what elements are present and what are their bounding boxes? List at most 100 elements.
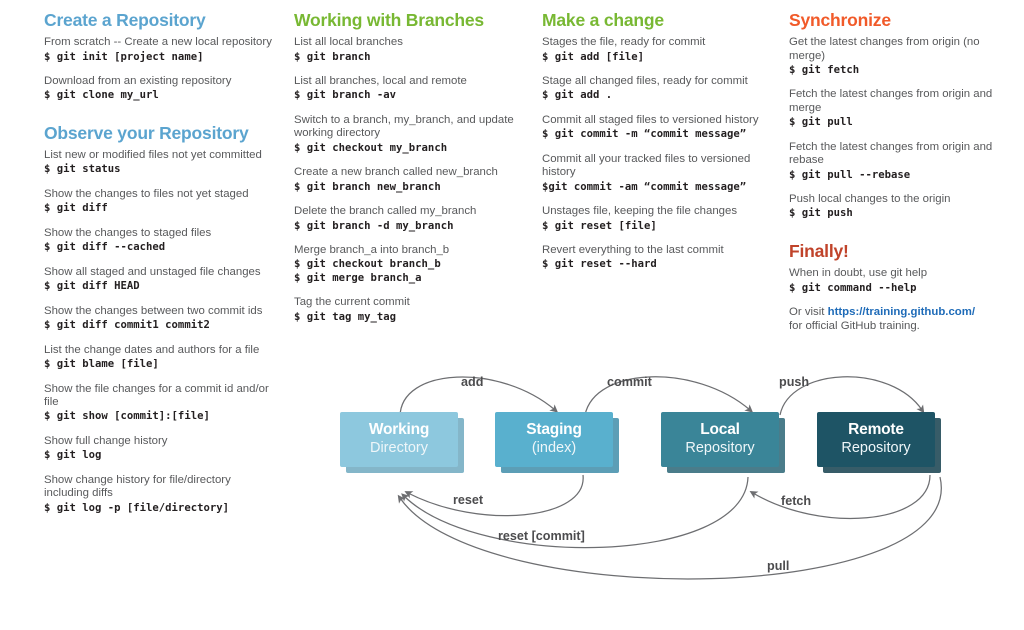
entry: When in doubt, use git help $ git comman… [789,267,1015,295]
node-subtitle: Repository [841,440,911,456]
git-workflow-diagram: Working Directory Staging (index) Local … [330,355,990,605]
entry: List all local branches $ git branch [294,36,530,64]
column-create-observe: Create a Repository From scratch -- Crea… [44,10,276,526]
entry-command: $ git pull --rebase [789,168,911,181]
node-face: Remote Repository [817,412,935,467]
entry-description: Merge branch_a into branch_b [294,244,450,257]
entry-command: $ git commit -m “commit message” [542,128,747,141]
section-title-observe-your-repository: Observe your Repository [44,122,249,143]
entry-command: $ git log -p [file/directory] [44,501,229,514]
node-subtitle: (index) [531,440,577,456]
entry-command: $ git diff --cached [44,241,166,254]
entry-description: Commit all staged files to versioned his… [542,113,759,126]
node-title: Staging [526,421,582,438]
entry-list-finally: When in doubt, use git help $ git comman… [789,267,1015,334]
entry-description: Stages the file, ready for commit [542,36,706,49]
entry-description: List the change dates and authors for a … [44,343,260,356]
entry-command: $ git branch new_branch [294,180,441,193]
entry-command: $ git add . [542,89,613,102]
edge-label-fetch: fetch [781,494,812,508]
entry-command: $ git diff commit1 commit2 [44,319,210,332]
entry: List new or modified files not yet commi… [44,149,276,177]
entry-description: Switch to a branch, my_branch, and updat… [294,113,514,140]
entry-description: Show the changes to staged files [44,226,212,239]
entry-command: $ git branch -d my_branch [294,219,454,232]
footer-line-1: Or visit https://training.github.com/ [789,306,1015,319]
entry: Download from an existing repository $ g… [44,75,276,103]
entry-command: $ git checkout branch_b [294,258,441,271]
entry-command: $ git init [project name] [44,50,204,63]
entry: Merge branch_a into branch_b $ git check… [294,244,530,285]
node-face: Local Repository [661,412,779,467]
node-subtitle: Repository [685,440,755,456]
entry-list-observe-your-repository: List new or modified files not yet commi… [44,149,276,515]
entry-description: Push local changes to the origin [789,193,951,206]
entry-command: $ git branch [294,50,371,63]
column-branches: Working with Branches List all local bra… [294,10,530,335]
entry-command: $ git blame [file] [44,358,159,370]
edge-label-reset: reset [453,493,484,507]
entry: Delete the branch called my_branch $ git… [294,205,530,233]
entry-description: List all local branches [294,36,403,49]
node-face: Staging (index) [495,412,613,467]
entry-description: Tag the current commit [294,296,410,309]
entry-description: Unstages file, keeping the file changes [542,205,738,218]
footer-prefix: Or visit [789,306,828,318]
entry-description: List new or modified files not yet commi… [44,149,262,162]
node-title: Local [700,421,740,438]
entry-description: Show the changes between two commit ids [44,304,263,317]
entry-description: From scratch -- Create a new local repos… [44,36,272,49]
entry-command: $ git add [file] [542,50,645,63]
entry-command: $ git branch -av [294,89,397,102]
entry-command: $ git checkout my_branch [294,141,448,154]
footer-line-2: for official GitHub training. [789,320,920,333]
section-title-working-with-branches: Working with Branches [294,10,484,30]
entry: Stage all changed files, ready for commi… [542,75,774,103]
entry-command: $ git reset --hard [542,258,657,271]
arrow-fetch [749,474,931,520]
section-title-create-a-repository: Create a Repository [44,10,206,30]
entry-description: Show the changes to files not yet staged [44,187,249,200]
entry: List the change dates and authors for a … [44,344,276,372]
entry-command: $ git diff HEAD [44,280,140,293]
entry: Revert everything to the last commit $ g… [542,244,774,272]
entry: Show change history for file/directory i… [44,474,276,515]
entry-description: Fetch the latest changes from origin and… [789,88,993,114]
entry: Show the changes to staged files $ git d… [44,227,276,255]
entry-description: Show the file changes for a commit id an… [44,382,269,408]
entry-command: $ git show [commit]:[file] [44,410,210,423]
entry-description: Commit all your tracked files to version… [542,152,751,179]
entry: Show all staged and unstaged file change… [44,266,276,294]
entry-command: $ git log [44,449,102,462]
node-face: Working Directory [340,412,458,467]
entry-list-make-a-change: Stages the file, ready for commit $ git … [542,36,774,272]
entry-command: $ git fetch [789,63,860,76]
entry: Push local changes to the origin $ git p… [789,193,1015,221]
edge-label-reset-commit: reset [commit] [498,529,585,543]
entry-description: Revert everything to the last commit [542,244,724,257]
entry: Show the file changes for a commit id an… [44,383,276,424]
entry-command: $ git merge branch_a [294,271,422,284]
entry-command: $ git command --help [789,281,917,294]
entry: Show the changes to files not yet staged… [44,188,276,216]
entry: Unstages file, keeping the file changes … [542,205,774,233]
entry-description: Show all staged and unstaged file change… [44,265,261,278]
entry: From scratch -- Create a new local repos… [44,36,276,64]
column-synchronize-finally: Synchronize Get the latest changes from … [789,10,1015,345]
edge-label-pull: pull [767,559,790,573]
footer-note: Or visit https://training.github.com/ fo… [789,306,1015,334]
git-cheat-sheet: Create a Repository From scratch -- Crea… [0,0,1024,630]
entry-description: Get the latest changes from origin (no m… [789,36,980,62]
entry: Commit all your tracked files to version… [542,153,774,194]
entry-command: $ git status [44,163,121,176]
entry-list-working-with-branches: List all local branches $ git branch Lis… [294,36,530,324]
entry: Fetch the latest changes from origin and… [789,141,1015,182]
entry-description: Create a new branch called new_branch [294,166,498,179]
edge-label-add: add [461,375,484,389]
entry-command: $ git clone my_url [44,89,159,102]
entry-command: $ git tag my_tag [294,310,397,323]
entry-description: Fetch the latest changes from origin and… [789,140,993,167]
workflow-arrows [397,376,942,580]
github-training-link[interactable]: https://training.github.com/ [828,306,975,318]
section-title-make-a-change: Make a change [542,10,664,30]
